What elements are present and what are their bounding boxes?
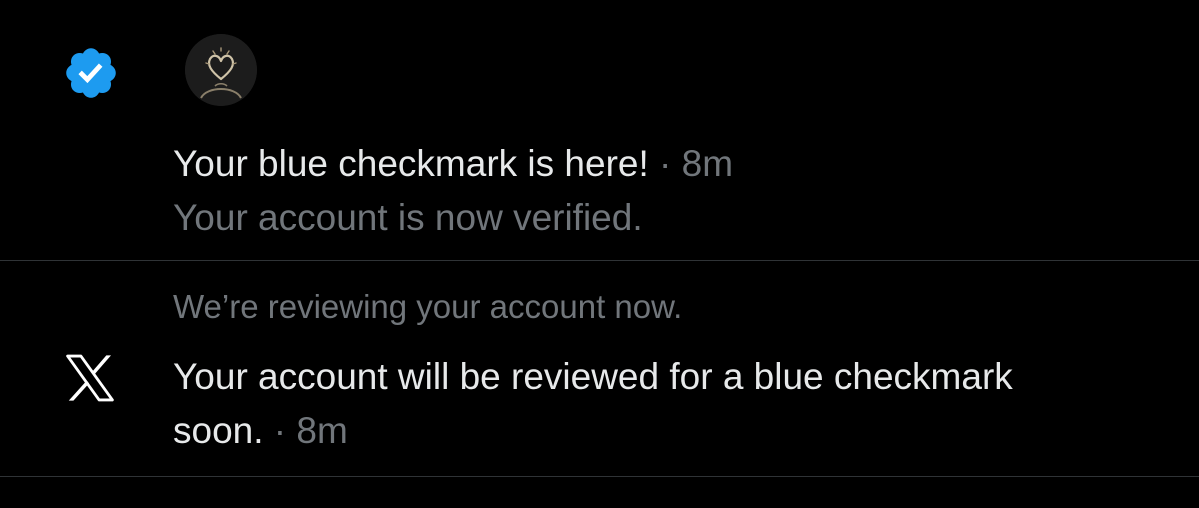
notification-body-line-2: soon. · 8m [173,409,348,453]
title-text: Your blue checkmark is here! [173,143,649,184]
notification-body-line-1: Your account will be reviewed for a blue… [173,356,1013,397]
divider [0,476,1199,477]
verified-badge-icon [66,48,116,98]
heart-avatar-icon [185,34,257,106]
timestamp: 8m [681,143,734,184]
notification-verified[interactable]: Your blue checkmark is here! · 8m Your a… [0,0,1199,261]
notification-subtitle: Your account is now verified. [173,197,643,238]
timestamp: 8m [296,410,348,451]
body-line-2-text: soon. [173,410,264,451]
avatar[interactable] [185,34,257,106]
notification-title: Your blue checkmark is here! · 8m [173,142,733,186]
separator: · [273,410,287,451]
notification-preview: We’re reviewing your account now. [173,288,683,325]
x-logo-icon [66,354,114,402]
separator: · [659,143,672,184]
